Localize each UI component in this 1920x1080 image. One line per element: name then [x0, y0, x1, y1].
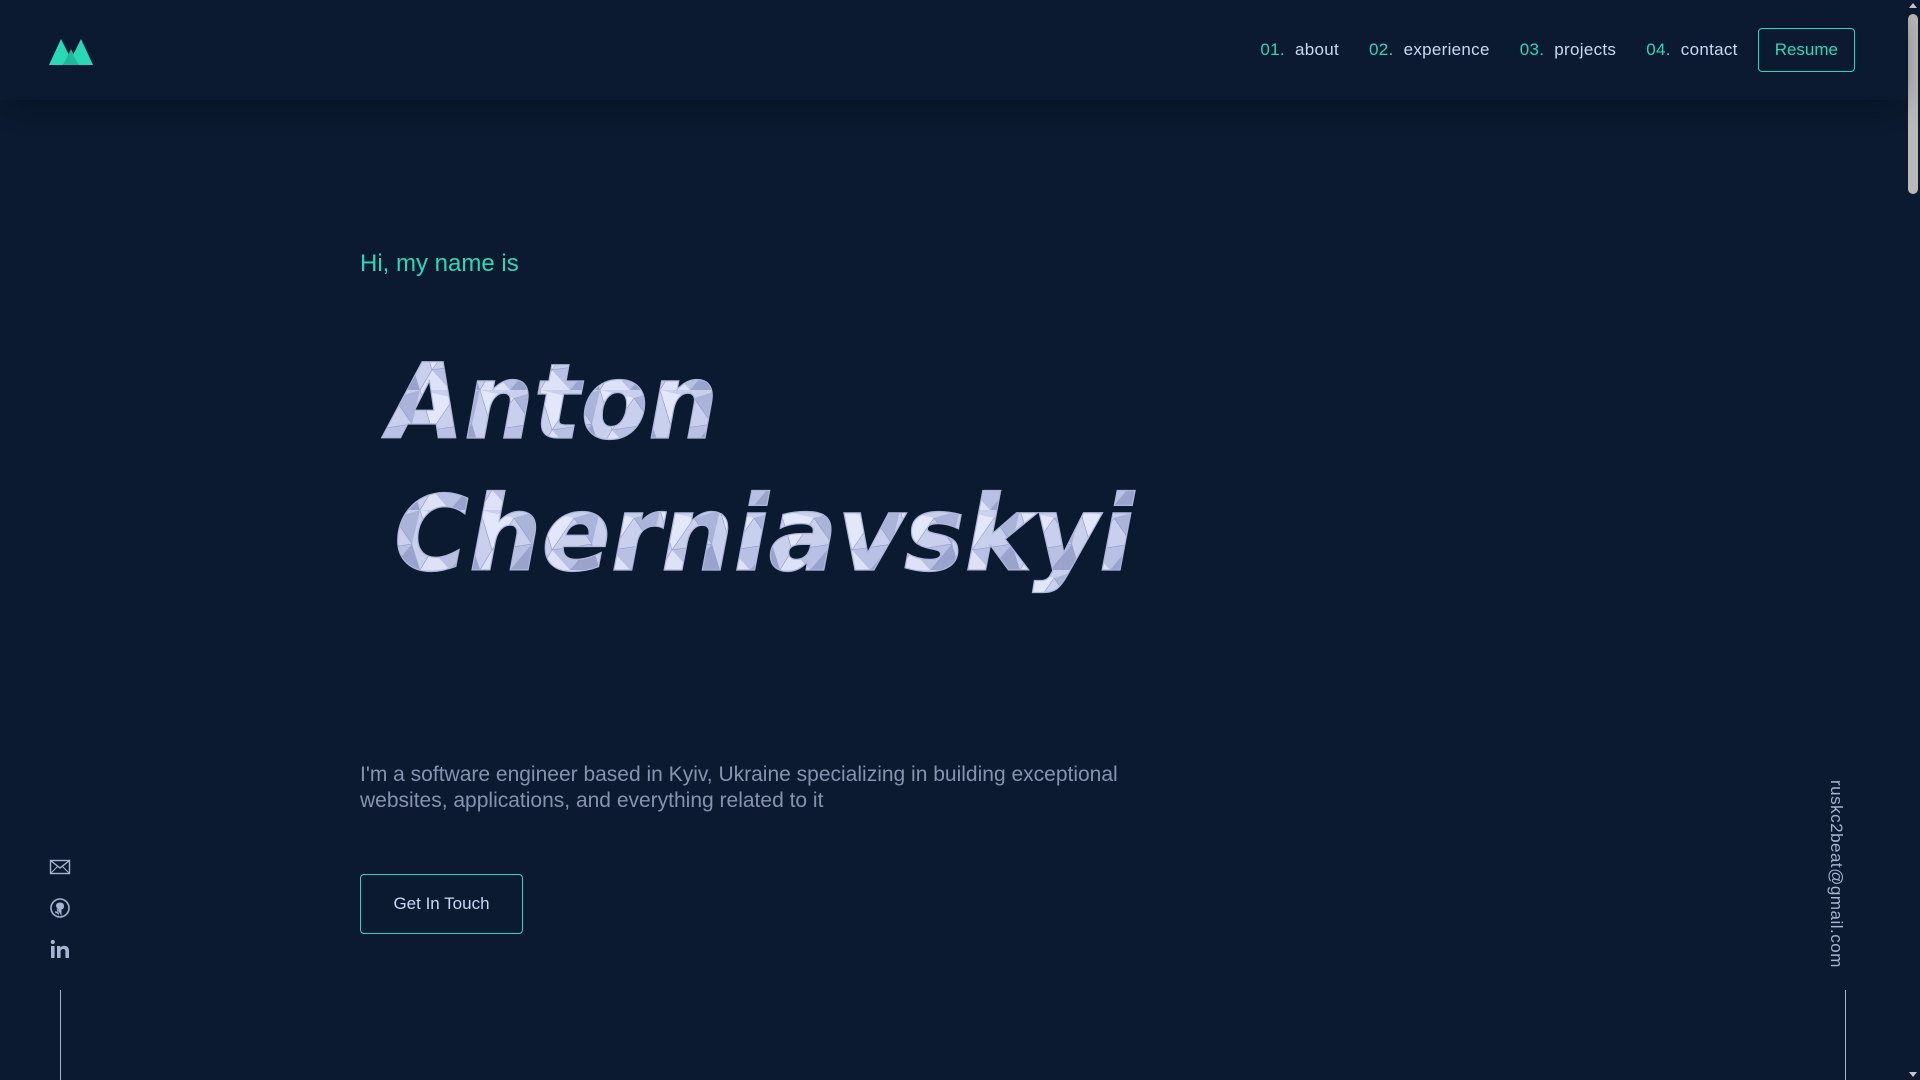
hero-first-name: Anton — [381, 341, 718, 463]
linkedin-icon[interactable] — [49, 938, 71, 960]
nav-item-contact[interactable]: 04. contact — [1646, 40, 1737, 60]
nav-item-number: 01. — [1260, 40, 1285, 59]
scroll-down-arrow-icon[interactable] — [1909, 1072, 1917, 1077]
nav-item-number: 02. — [1369, 40, 1394, 59]
left-rail-line — [60, 990, 61, 1080]
hero-name: Anton Cherniavskyi — [381, 340, 1136, 595]
mountain-logo-icon[interactable] — [49, 35, 93, 65]
nav-item-about[interactable]: 01. about — [1260, 40, 1339, 60]
nav-item-label: contact — [1680, 40, 1738, 59]
scroll-up-arrow-icon[interactable] — [1909, 3, 1917, 8]
nav-item-experience[interactable]: 02. experience — [1369, 40, 1490, 60]
nav-item-number: 04. — [1646, 40, 1671, 59]
email-link[interactable]: ruskc2beat@gmail.com — [1826, 780, 1846, 968]
mail-icon[interactable] — [49, 856, 71, 878]
main-nav: 01. about 02. experience 03. projects 04… — [1230, 28, 1855, 72]
nav-item-label: projects — [1554, 40, 1617, 59]
scrollbar[interactable] — [1906, 0, 1920, 1080]
hero-last-name: Cherniavskyi — [394, 473, 1135, 595]
hero-bio: I'm a software engineer based in Kyiv, U… — [360, 763, 1118, 812]
resume-button[interactable]: Resume — [1757, 28, 1855, 72]
social-links — [48, 856, 72, 979]
site-header: 01. about 02. experience 03. projects 04… — [0, 0, 1906, 100]
github-icon[interactable] — [49, 897, 71, 919]
right-rail-line — [1845, 990, 1846, 1080]
hero-greeting: Hi, my name is — [360, 250, 519, 277]
nav-item-number: 03. — [1519, 40, 1545, 59]
page: 01. about 02. experience 03. projects 04… — [0, 0, 1920, 1080]
nav-item-projects[interactable]: 03. projects — [1520, 40, 1616, 60]
nav-item-label: about — [1294, 40, 1340, 59]
nav-item-label: experience — [1403, 40, 1490, 59]
scrollbar-thumb[interactable] — [1908, 14, 1918, 194]
get-in-touch-button[interactable]: Get In Touch — [360, 874, 523, 934]
